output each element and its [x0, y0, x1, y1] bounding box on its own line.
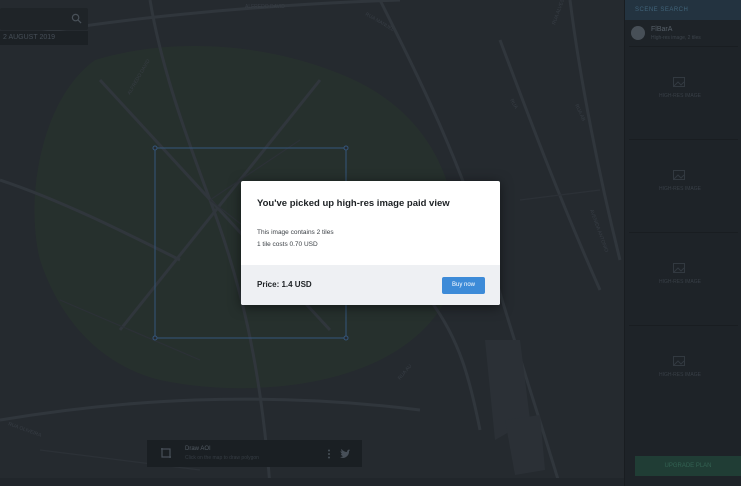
dialog-title: You've picked up high-res image paid vie…: [257, 198, 450, 209]
purchase-dialog: You've picked up high-res image paid vie…: [241, 181, 500, 305]
price-label: Price: 1.4 USD: [257, 280, 312, 289]
buy-now-button[interactable]: Buy now: [442, 277, 485, 294]
tiles-count-text: This image contains 2 tiles: [257, 229, 334, 236]
dialog-footer: Price: 1.4 USD Buy now: [241, 265, 500, 305]
tile-cost-text: 1 tile costs 0.70 USD: [257, 241, 318, 248]
